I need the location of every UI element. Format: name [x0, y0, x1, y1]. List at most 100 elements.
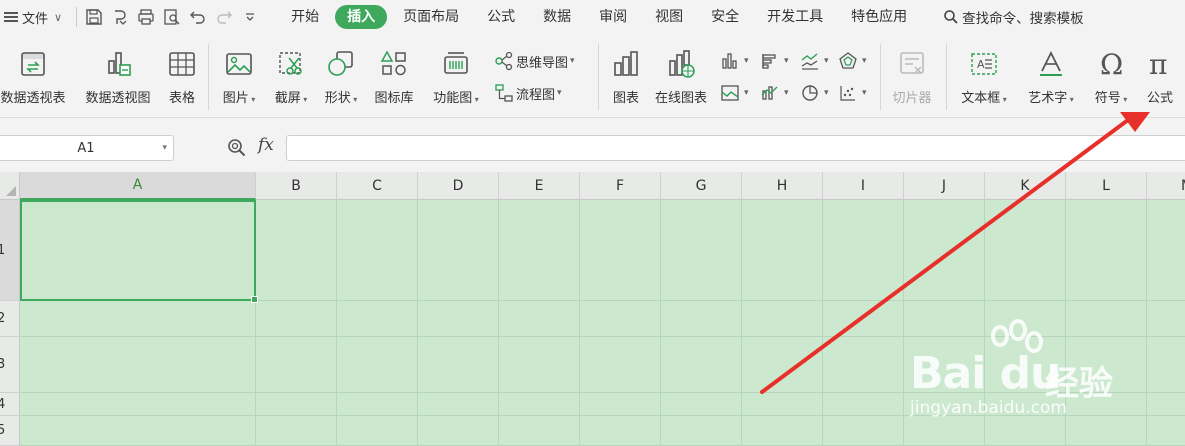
pivot-table-button[interactable]: 数据透视表: [0, 48, 70, 108]
grid-line: [417, 200, 418, 446]
row-header-3[interactable]: 3: [0, 337, 20, 393]
column-header-f[interactable]: F: [580, 172, 661, 200]
mind-map-label: 思维导图: [516, 55, 569, 71]
text-box-icon: A: [968, 48, 1000, 80]
grid-line: [336, 200, 337, 446]
column-header-d[interactable]: D: [418, 172, 499, 200]
line-chart-dropdown[interactable]: ▾: [800, 50, 829, 72]
radar-chart-dropdown[interactable]: ▾: [838, 50, 867, 72]
tab-view[interactable]: 视图: [643, 5, 695, 29]
text-box-button[interactable]: A 文本框 ▾: [954, 48, 1014, 108]
bar-chart-icon: [762, 54, 776, 69]
row-header-label: 5: [0, 423, 5, 438]
tab-developer[interactable]: 开发工具: [755, 5, 835, 29]
tab-data[interactable]: 数据: [531, 5, 583, 29]
icon-library-icon: [378, 48, 410, 80]
icon-library-label: 图标库: [374, 91, 414, 106]
tab-page-layout[interactable]: 页面布局: [391, 5, 471, 29]
bar-chart-dropdown[interactable]: ▾: [720, 50, 749, 72]
grid-line: [822, 200, 823, 446]
icon-library-button[interactable]: 图标库: [370, 48, 418, 108]
table-button[interactable]: 表格: [164, 48, 200, 108]
online-chart-icon: [665, 48, 697, 80]
text-box-label: 文本框 ▾: [961, 91, 1007, 106]
picture-label: 图片 ▾: [222, 91, 256, 106]
column-header-g[interactable]: G: [661, 172, 742, 200]
column-header-m[interactable]: M: [1147, 172, 1185, 200]
tab-review[interactable]: 审阅: [587, 5, 639, 29]
shape-button[interactable]: 形状 ▾: [318, 48, 364, 108]
screenshot-button[interactable]: 截屏 ▾: [268, 48, 314, 108]
undo-icon[interactable]: [187, 6, 209, 28]
horizontal-bar-dropdown[interactable]: ▾: [760, 50, 789, 72]
tab-security[interactable]: 安全: [699, 5, 751, 29]
flow-chart-button[interactable]: 流程图 ▾: [494, 82, 562, 104]
function-chart-button[interactable]: 功能图 ▾: [426, 48, 486, 108]
symbol-button[interactable]: Ω 符号 ▾: [1088, 48, 1134, 108]
grid-line: [903, 200, 904, 446]
print-icon[interactable]: [135, 6, 157, 28]
online-chart-button[interactable]: 在线图表: [650, 48, 712, 108]
fx-icon[interactable]: fx: [258, 135, 274, 155]
shape-icon: [325, 48, 357, 80]
row-header-label: 1: [0, 243, 5, 258]
mind-map-button[interactable]: 思维导图 ▾: [494, 50, 575, 72]
column-header-k[interactable]: K: [985, 172, 1066, 200]
picture-icon: [223, 48, 255, 80]
row-header-label: 3: [0, 357, 5, 372]
flow-chart-icon: [495, 84, 513, 102]
name-box[interactable]: A1 ▾: [0, 135, 174, 161]
redo-icon[interactable]: [213, 6, 235, 28]
divider: [598, 44, 599, 110]
grid-line: [660, 200, 661, 446]
column-header-l[interactable]: L: [1066, 172, 1147, 200]
chart-label: 图表: [612, 91, 639, 106]
tab-home[interactable]: 开始: [279, 5, 331, 29]
picture-button[interactable]: 图片 ▾: [216, 48, 262, 108]
scatter-chart-icon: [840, 86, 855, 101]
export-icon[interactable]: [109, 6, 131, 28]
command-search-label: 查找命令、搜索模板: [962, 11, 1084, 27]
svg-text:A: A: [977, 58, 985, 71]
chart-button[interactable]: 图表: [606, 48, 646, 108]
column-header-c[interactable]: C: [337, 172, 418, 200]
tab-insert[interactable]: 插入: [335, 5, 388, 29]
row-header-5[interactable]: 5: [0, 416, 20, 446]
formula-button[interactable]: π 公式: [1140, 48, 1180, 108]
svg-text:π: π: [1149, 49, 1167, 79]
divider: [946, 44, 947, 110]
area-chart-dropdown[interactable]: ▾: [720, 82, 749, 104]
pie-chart-dropdown[interactable]: ▾: [800, 82, 829, 104]
tab-formulas[interactable]: 公式: [475, 5, 527, 29]
row-header-2[interactable]: 2: [0, 301, 20, 337]
area-chart-icon: [721, 85, 739, 101]
save-icon[interactable]: [83, 6, 105, 28]
customize-toolbar-icon[interactable]: [239, 6, 261, 28]
tab-features[interactable]: 特色应用: [839, 5, 919, 29]
stock-chart-dropdown[interactable]: ▾: [760, 82, 789, 104]
column-header-i[interactable]: I: [823, 172, 904, 200]
command-search[interactable]: 查找命令、搜索模板: [943, 7, 1084, 27]
column-header-j[interactable]: J: [904, 172, 985, 200]
print-preview-icon[interactable]: [161, 6, 183, 28]
column-header-e[interactable]: E: [499, 172, 580, 200]
slicer-icon: [896, 48, 928, 80]
word-art-button[interactable]: 艺术字 ▾: [1022, 48, 1080, 108]
column-header-a[interactable]: A: [20, 172, 256, 200]
omega-icon: Ω: [1095, 48, 1127, 80]
grid-line: [498, 200, 499, 446]
hamburger-icon: [4, 12, 18, 22]
formula-input[interactable]: [286, 135, 1185, 161]
pivot-chart-button[interactable]: 数据透视图: [80, 48, 156, 108]
select-all-corner[interactable]: [0, 172, 20, 200]
chevron-down-icon[interactable]: ▾: [162, 143, 167, 153]
file-menu[interactable]: 文件 ∨: [0, 0, 62, 34]
row-header-1[interactable]: 1: [0, 200, 20, 301]
word-art-label: 艺术字 ▾: [1028, 91, 1074, 106]
active-cell-a1[interactable]: [20, 200, 258, 303]
scatter-chart-dropdown[interactable]: ▾: [838, 82, 867, 104]
column-header-h[interactable]: H: [742, 172, 823, 200]
zoom-icon[interactable]: [226, 137, 248, 159]
column-header-b[interactable]: B: [256, 172, 337, 200]
row-header-4[interactable]: 4: [0, 393, 20, 416]
